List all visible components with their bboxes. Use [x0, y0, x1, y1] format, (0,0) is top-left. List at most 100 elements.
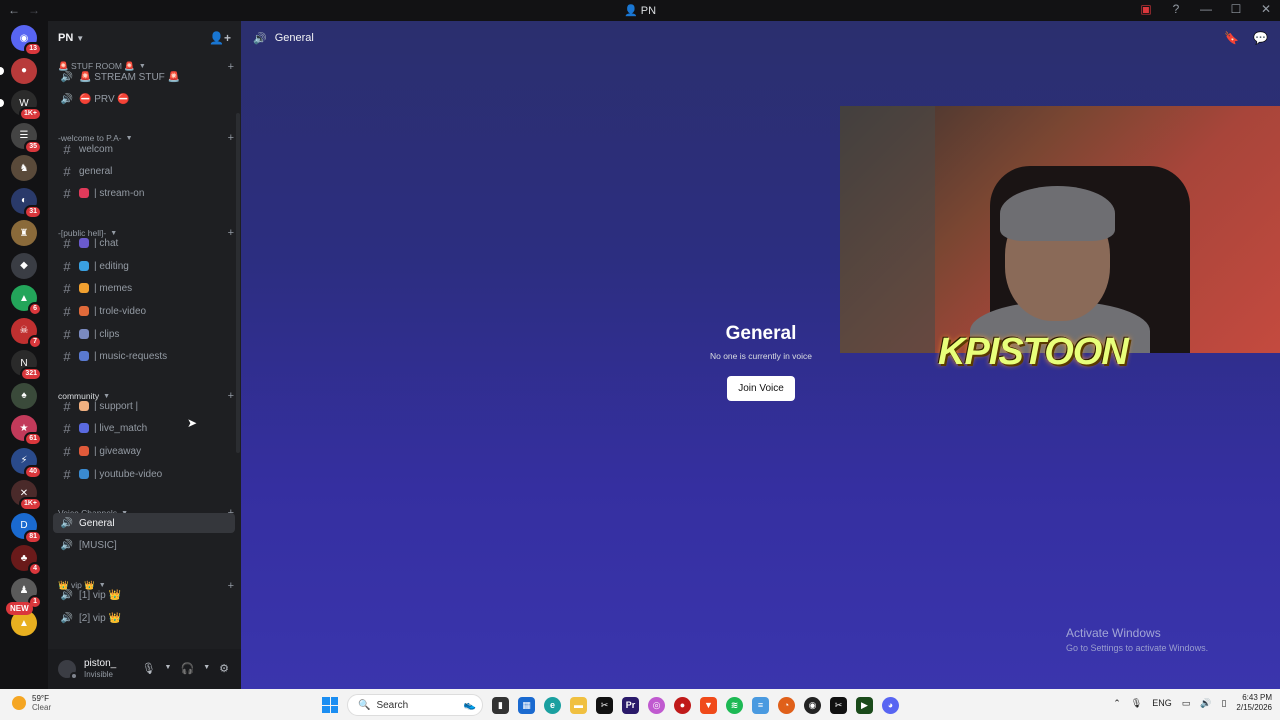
- server-icon[interactable]: ♟ 1: [11, 577, 42, 609]
- channel-emoji-icon: [79, 238, 89, 248]
- capcut-icon-2[interactable]: ✂: [830, 696, 847, 714]
- server-icon[interactable]: ♣ 4: [11, 545, 42, 576]
- game-icon[interactable]: ▶: [856, 696, 873, 714]
- text-channel[interactable]: # | editing: [53, 256, 235, 276]
- voice-channel[interactable]: 🔊 🚨 STREAM STUF 🚨: [53, 67, 235, 87]
- channel-title: General: [274, 32, 314, 44]
- chat-bubble-icon[interactable]: 💬: [1253, 31, 1268, 45]
- language-indicator[interactable]: ENG: [1152, 698, 1172, 708]
- server-icon[interactable]: N 321: [11, 350, 42, 381]
- voice-channel[interactable]: 🔊 ⛔ PRV ⛔: [53, 89, 235, 109]
- text-channel[interactable]: # | giveaway: [53, 441, 235, 461]
- bookmark-icon[interactable]: 🔖: [1224, 31, 1239, 45]
- battery-icon[interactable]: ▯: [1221, 698, 1226, 709]
- headphones-icon[interactable]: 🎧: [180, 662, 194, 675]
- text-channel[interactable]: # | chat: [53, 233, 235, 253]
- voice-channel[interactable]: 🔊 [2] vip 👑: [53, 608, 235, 628]
- capcut-icon[interactable]: ✂: [596, 696, 613, 714]
- hash-icon: #: [63, 280, 71, 296]
- server-icon[interactable]: W 1K+: [0, 90, 42, 121]
- text-channel[interactable]: # | stream-on: [53, 183, 235, 203]
- mention-badge: 61: [24, 432, 42, 446]
- server-icon[interactable]: D 81: [11, 512, 42, 544]
- network-icon[interactable]: ▭: [1182, 698, 1191, 709]
- server-icon[interactable]: ◐ 31: [11, 187, 42, 219]
- premiere-icon[interactable]: Pr: [622, 696, 639, 714]
- folder-icon[interactable]: ▬: [570, 696, 587, 714]
- text-channel[interactable]: # | memes: [53, 278, 235, 298]
- voice-channel[interactable]: 🔊 [MUSIC]: [53, 535, 235, 555]
- channel-label: ⛔ PRV ⛔: [79, 93, 130, 105]
- task-view-icon[interactable]: ▮: [492, 696, 509, 714]
- minimize-icon[interactable]: —: [1198, 2, 1214, 16]
- text-channel[interactable]: # | trole-video: [53, 301, 235, 321]
- windows-start-icon[interactable]: [322, 697, 338, 713]
- hash-icon: #: [63, 185, 71, 201]
- copilot-icon[interactable]: ◎: [648, 696, 665, 714]
- chevron-down-icon[interactable]: ▼: [165, 664, 172, 675]
- speaker-icon: 🔊: [60, 589, 74, 601]
- server-icon[interactable]: ⚡ 40: [11, 447, 42, 479]
- notepad-icon[interactable]: ≡: [752, 696, 769, 714]
- text-channel[interactable]: # | music-requests: [53, 346, 235, 366]
- spotify-icon[interactable]: ≋: [726, 696, 743, 714]
- voice-channel[interactable]: 🔊 General: [53, 513, 235, 533]
- server-icon[interactable]: ♜: [11, 220, 37, 246]
- user-info[interactable]: piston_ Invisible: [84, 658, 116, 680]
- server-glyph: ◆: [20, 260, 28, 271]
- microphone-tray-icon[interactable]: 🎙: [1131, 698, 1142, 709]
- username: piston_: [84, 658, 117, 669]
- join-voice-button[interactable]: Join Voice: [727, 376, 795, 401]
- server-icon[interactable]: ☰ 35: [11, 122, 42, 154]
- chevron-down-icon[interactable]: ▼: [203, 664, 210, 675]
- hash-icon: #: [63, 466, 71, 482]
- nav-buttons: ← →: [8, 3, 40, 17]
- text-channel[interactable]: # | support |: [53, 396, 235, 416]
- server-glyph: D: [20, 520, 28, 531]
- back-arrow-icon[interactable]: ←: [8, 3, 20, 17]
- forward-arrow-icon[interactable]: →: [28, 3, 40, 17]
- discord-icon[interactable]: ◕: [882, 696, 899, 714]
- sidebar-scrollbar[interactable]: [236, 113, 240, 453]
- hash-icon: #: [63, 303, 71, 319]
- volume-icon[interactable]: 🔊: [1200, 698, 1211, 709]
- obs-icon[interactable]: ◉: [804, 696, 821, 714]
- inbox-icon[interactable]: ▣: [1138, 2, 1154, 16]
- mic-icon[interactable]: 🎙: [142, 662, 156, 675]
- guild-header[interactable]: PN ▼ 👤+: [48, 21, 241, 55]
- close-icon[interactable]: ✕: [1258, 2, 1274, 16]
- edge-icon[interactable]: e: [544, 696, 561, 714]
- taskbar-search[interactable]: 🔍 Search 👟: [347, 694, 483, 716]
- server-icon[interactable]: ♠: [11, 382, 37, 409]
- server-icon[interactable]: ✕ 1K+: [11, 480, 42, 511]
- server-icon[interactable]: ☠ 7: [11, 317, 42, 349]
- header-actions: 🔖 💬: [1224, 31, 1268, 45]
- channel-label: | chat: [94, 237, 119, 249]
- server-icon[interactable]: ◆: [11, 252, 37, 279]
- store-icon[interactable]: ▦: [518, 696, 535, 714]
- voice-channel[interactable]: 🔊 [1] vip 👑: [53, 585, 235, 605]
- chevron-up-icon[interactable]: ⌃: [1113, 698, 1121, 709]
- hash-icon: #: [63, 420, 71, 436]
- system-clock[interactable]: 6:43 PM 2/15/2026: [1236, 693, 1272, 713]
- add-user-icon[interactable]: 👤+: [209, 31, 231, 45]
- brave-icon[interactable]: ▼: [700, 696, 717, 714]
- weather-widget[interactable]: 59°F Clear: [12, 694, 51, 712]
- avatar[interactable]: [58, 660, 78, 680]
- text-channel[interactable]: # | clips: [53, 324, 235, 344]
- maximize-icon[interactable]: ☐: [1228, 2, 1244, 16]
- text-channel[interactable]: # welcom: [53, 139, 235, 159]
- firefox-icon[interactable]: ◔: [778, 696, 795, 714]
- text-channel[interactable]: # | live_match: [53, 418, 235, 438]
- text-channel[interactable]: # | youtube-video: [53, 464, 235, 484]
- gear-icon[interactable]: ⚙: [219, 662, 229, 675]
- channel-label: [2] vip 👑: [79, 612, 121, 624]
- record-icon[interactable]: ●: [674, 696, 691, 714]
- help-icon[interactable]: ?: [1168, 2, 1184, 16]
- text-channel[interactable]: # general: [53, 161, 235, 181]
- server-icon[interactable]: ★ 61: [11, 415, 42, 446]
- server-icon[interactable]: ♞: [11, 155, 37, 181]
- server-icon[interactable]: ◉ 13: [11, 25, 42, 56]
- server-icon[interactable]: ▲ 6: [11, 285, 42, 316]
- server-icon[interactable]: ●: [0, 57, 37, 84]
